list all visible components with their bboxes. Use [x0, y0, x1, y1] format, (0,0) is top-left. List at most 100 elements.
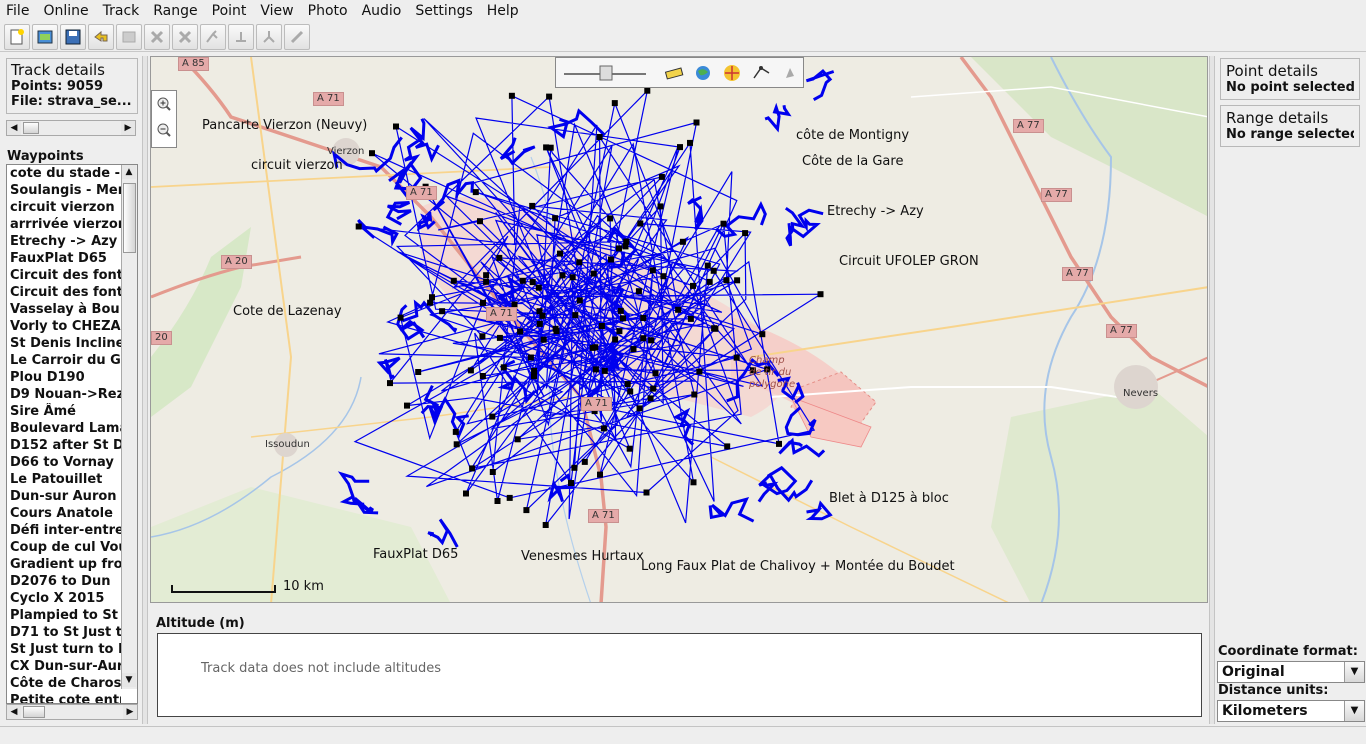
waypoint-marker[interactable]	[817, 291, 824, 298]
waypoint-marker[interactable]	[517, 328, 524, 335]
waypoint-marker[interactable]	[480, 299, 486, 306]
waypoint-item[interactable]: Dun-sur Auron I	[7, 488, 121, 505]
waypoint-marker[interactable]	[404, 402, 410, 409]
waypoint-marker[interactable]	[691, 391, 698, 398]
waypoint-marker[interactable]	[589, 344, 596, 351]
scroll-left-icon[interactable]: ◀	[7, 705, 21, 719]
coordinate-format-select[interactable]: Original ▼	[1217, 661, 1365, 683]
waypoint-item[interactable]: Circuit des font	[7, 267, 121, 284]
waypoint-item[interactable]: St Just turn to P	[7, 641, 121, 658]
waypoint-label[interactable]: FauxPlat D65	[373, 547, 458, 562]
scroll-right-icon[interactable]: ▶	[121, 121, 135, 135]
connect-button[interactable]	[284, 23, 310, 50]
waypoint-marker[interactable]	[479, 333, 486, 340]
pan-icon[interactable]	[724, 65, 740, 81]
waypoint-marker[interactable]	[611, 100, 618, 107]
waypoint-marker[interactable]	[483, 278, 490, 285]
waypoint-marker[interactable]	[635, 288, 642, 295]
waypoint-marker[interactable]	[576, 259, 583, 266]
waypoint-marker[interactable]	[571, 464, 578, 471]
menu-view[interactable]: View	[260, 3, 293, 19]
waypoint-marker[interactable]	[536, 308, 543, 315]
waypoint-marker[interactable]	[572, 312, 579, 319]
waypoint-marker[interactable]	[469, 465, 476, 472]
waypoint-marker[interactable]	[542, 522, 549, 528]
waypoint-marker[interactable]	[687, 139, 693, 146]
waypoint-marker[interactable]	[581, 458, 588, 465]
waypoint-label[interactable]: Blet à D125 à bloc	[829, 491, 949, 506]
waypoint-marker[interactable]	[500, 364, 507, 371]
waypoint-item[interactable]: Gradient up fro	[7, 556, 121, 573]
waypoint-marker[interactable]	[657, 203, 664, 210]
waypoint-list-vscroll[interactable]: ▲ ▼	[121, 165, 137, 689]
waypoint-marker[interactable]	[387, 380, 393, 387]
waypoint-marker[interactable]	[723, 277, 730, 284]
waypoint-label[interactable]: côte de Montigny	[796, 128, 909, 143]
waypoint-marker[interactable]	[624, 381, 631, 388]
waypoint-item[interactable]: D152 after St De	[7, 437, 121, 454]
left-splitter[interactable]	[142, 56, 148, 724]
waypoint-label[interactable]: Pancarte Vierzon (Neuvy)	[202, 118, 367, 133]
distance-units-select[interactable]: Kilometers ▼	[1217, 700, 1365, 722]
menu-range[interactable]: Range	[153, 3, 197, 19]
right-splitter[interactable]	[1209, 56, 1215, 724]
waypoint-marker[interactable]	[453, 441, 460, 448]
waypoint-marker[interactable]	[658, 173, 665, 180]
menu-settings[interactable]: Settings	[415, 3, 472, 19]
waypoint-marker[interactable]	[477, 218, 483, 225]
waypoint-marker[interactable]	[598, 323, 605, 329]
waypoint-marker[interactable]	[429, 294, 435, 301]
scroll-down-icon[interactable]: ▼	[122, 673, 136, 687]
scroll-up-icon[interactable]: ▲	[122, 165, 136, 179]
chevron-down-icon[interactable]: ▼	[1344, 662, 1364, 682]
waypoint-item[interactable]: arrrivée vierzon	[7, 216, 121, 233]
waypoint-item[interactable]: circuit vierzon	[7, 199, 121, 216]
waypoint-item[interactable]: Petite cote entr	[7, 692, 121, 703]
track-details-scrollbar[interactable]: ◀ ▶	[6, 120, 136, 136]
waypoint-marker[interactable]	[369, 150, 375, 157]
waypoint-item[interactable]: Etrechy -> Azy	[7, 233, 121, 250]
waypoint-item[interactable]: Plampied to St J	[7, 607, 121, 624]
waypoint-marker[interactable]	[535, 284, 542, 291]
waypoint-marker[interactable]	[607, 215, 614, 222]
waypoint-label[interactable]: Cote de Lazenay	[233, 304, 342, 319]
waypoint-marker[interactable]	[601, 367, 608, 374]
waypoint-item[interactable]: Vasselay à Bou	[7, 301, 121, 318]
waypoint-marker[interactable]	[675, 306, 682, 313]
globe-icon[interactable]	[696, 66, 710, 80]
waypoint-item[interactable]: Côte de Charos	[7, 675, 121, 692]
waypoint-item[interactable]: CX Dun-sur-Auro	[7, 658, 121, 675]
connect-points-icon[interactable]	[753, 66, 770, 79]
waypoint-marker[interactable]	[514, 436, 521, 443]
waypoint-marker[interactable]	[479, 373, 486, 379]
waypoint-item[interactable]: Circuit des font	[7, 284, 121, 301]
scroll-left-icon[interactable]: ◀	[7, 121, 21, 135]
scroll-right-icon[interactable]: ▶	[123, 705, 137, 719]
hand-icon[interactable]	[786, 68, 794, 78]
map-view[interactable]: A 85 A 71 A 71 A 71 A 71 A 71 A 20 20 A …	[150, 56, 1208, 603]
waypoint-marker[interactable]	[596, 134, 603, 140]
waypoint-marker[interactable]	[531, 367, 538, 374]
waypoint-item[interactable]: Le Carroir du Gu	[7, 352, 121, 369]
chevron-down-icon[interactable]: ▼	[1344, 701, 1364, 721]
undo-button[interactable]	[88, 23, 114, 50]
waypoint-item[interactable]: Cyclo X 2015	[7, 590, 121, 607]
waypoint-marker[interactable]	[427, 299, 434, 306]
waypoint-marker[interactable]	[647, 395, 654, 402]
waypoint-marker[interactable]	[540, 336, 547, 343]
waypoint-marker[interactable]	[483, 272, 490, 279]
menu-help[interactable]: Help	[487, 3, 519, 19]
waypoint-marker[interactable]	[704, 262, 711, 269]
waypoint-marker[interactable]	[439, 308, 446, 315]
ruler-icon[interactable]	[664, 67, 684, 80]
waypoint-marker[interactable]	[597, 471, 603, 478]
waypoint-item[interactable]: Défi inter-entre	[7, 522, 121, 539]
waypoint-marker[interactable]	[734, 277, 741, 284]
waypoint-item[interactable]: Vorly to CHEZAL	[7, 318, 121, 335]
waypoint-item[interactable]: FauxPlat D65	[7, 250, 121, 267]
waypoint-item[interactable]: D9 Nouan->Rez	[7, 386, 121, 403]
waypoint-marker[interactable]	[643, 489, 650, 496]
menu-track[interactable]: Track	[103, 3, 140, 19]
waypoint-label[interactable]: Long Faux Plat de Chalivoy + Montée du B…	[641, 559, 955, 574]
waypoint-marker[interactable]	[640, 335, 647, 342]
